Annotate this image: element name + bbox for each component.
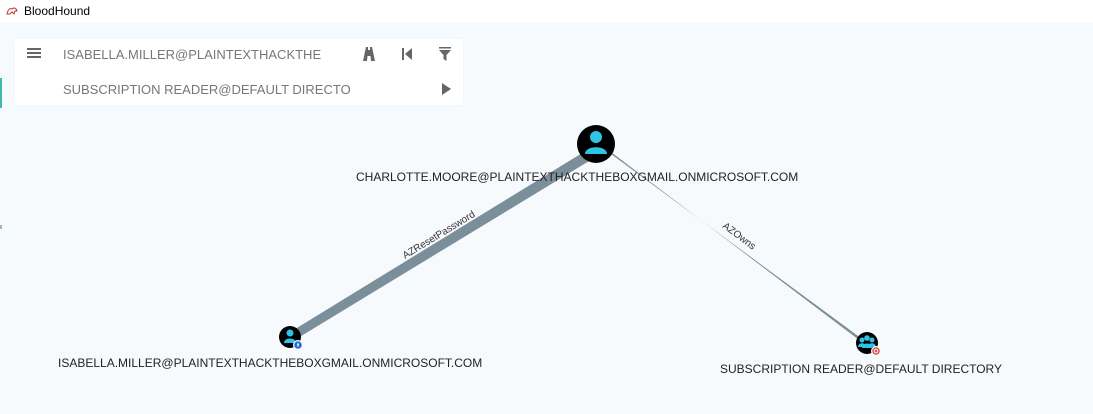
title-bar: BloodHound — [0, 0, 1093, 23]
edge-label-azowns: AZOwns — [720, 221, 757, 253]
node-charlotte[interactable] — [577, 125, 615, 163]
start-node-search-input[interactable] — [63, 45, 341, 63]
back-icon[interactable] — [398, 45, 416, 63]
filter-icon[interactable] — [436, 45, 454, 63]
target-badge-icon — [871, 346, 881, 356]
window-title: BloodHound — [24, 4, 91, 18]
target-node-search-input[interactable] — [63, 80, 383, 98]
owned-badge-icon — [293, 340, 303, 350]
node-label-subscription-reader: SUBSCRIPTION READER@DEFAULT DIRECTORY — [720, 362, 1003, 376]
node-label-charlotte: CHARLOTTE.MOORE@PLAINTEXTHACKTHEBOXGMAIL… — [356, 170, 799, 184]
play-icon[interactable] — [437, 80, 455, 98]
menu-icon[interactable] — [27, 46, 41, 60]
pathfinding-icon[interactable] — [360, 45, 378, 63]
graph-canvas[interactable]: AZResetPassword AZOwns CHARLOTTE.MOORE@P… — [0, 23, 1093, 414]
bloodhound-logo-icon — [6, 7, 18, 15]
node-label-isabella: ISABELLA.MILLER@PLAINTEXTHACKTHEBOXGMAIL… — [58, 356, 483, 370]
node-subscription-reader[interactable] — [856, 332, 881, 356]
search-panel — [15, 39, 463, 105]
